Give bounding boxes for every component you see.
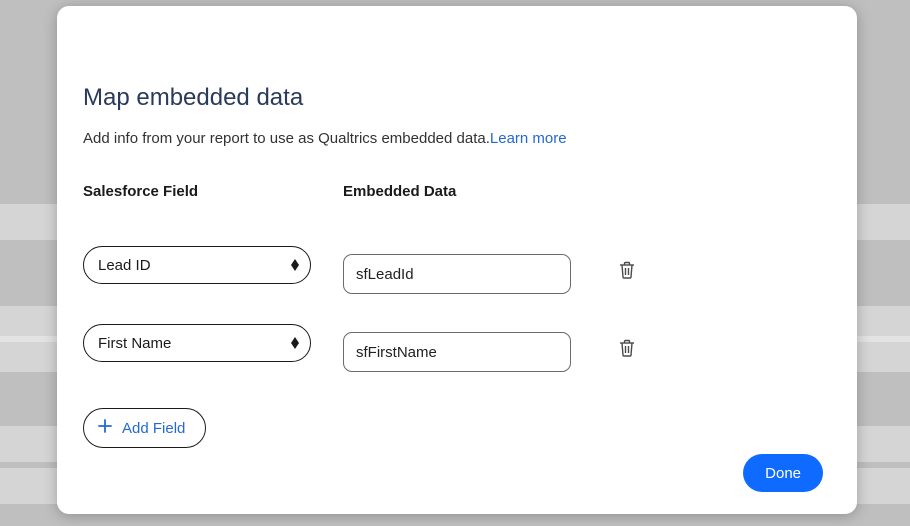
trash-icon [619,261,639,279]
add-field-label: Add Field [122,420,185,437]
embedded-data-input[interactable] [343,254,571,294]
modal-description-text: Add info from your report to use as Qual… [83,130,490,147]
delete-row-button[interactable] [619,337,639,359]
plus-icon [98,419,112,437]
add-field-button[interactable]: Add Field [83,408,206,448]
modal-description: Add info from your report to use as Qual… [83,130,823,147]
map-embedded-data-modal: Map embedded data Add info from your rep… [57,6,857,514]
delete-row-button[interactable] [619,259,639,281]
salesforce-field-value: First Name [98,335,171,352]
mapping-rows: Lead ID [83,236,823,372]
learn-more-link[interactable]: Learn more [490,130,567,147]
trash-icon [619,339,639,357]
column-headers: Salesforce Field Embedded Data [83,183,823,200]
salesforce-field-select[interactable]: First Name [83,324,311,362]
salesforce-field-value: Lead ID [98,257,151,274]
column-header-salesforce: Salesforce Field [83,183,343,200]
modal-title: Map embedded data [83,84,823,112]
mapping-row: Lead ID [83,236,823,294]
column-header-embedded: Embedded Data [343,183,603,200]
mapping-row: First Name [83,314,823,372]
salesforce-field-select[interactable]: Lead ID [83,246,311,284]
embedded-data-input[interactable] [343,332,571,372]
done-button[interactable]: Done [743,454,823,492]
